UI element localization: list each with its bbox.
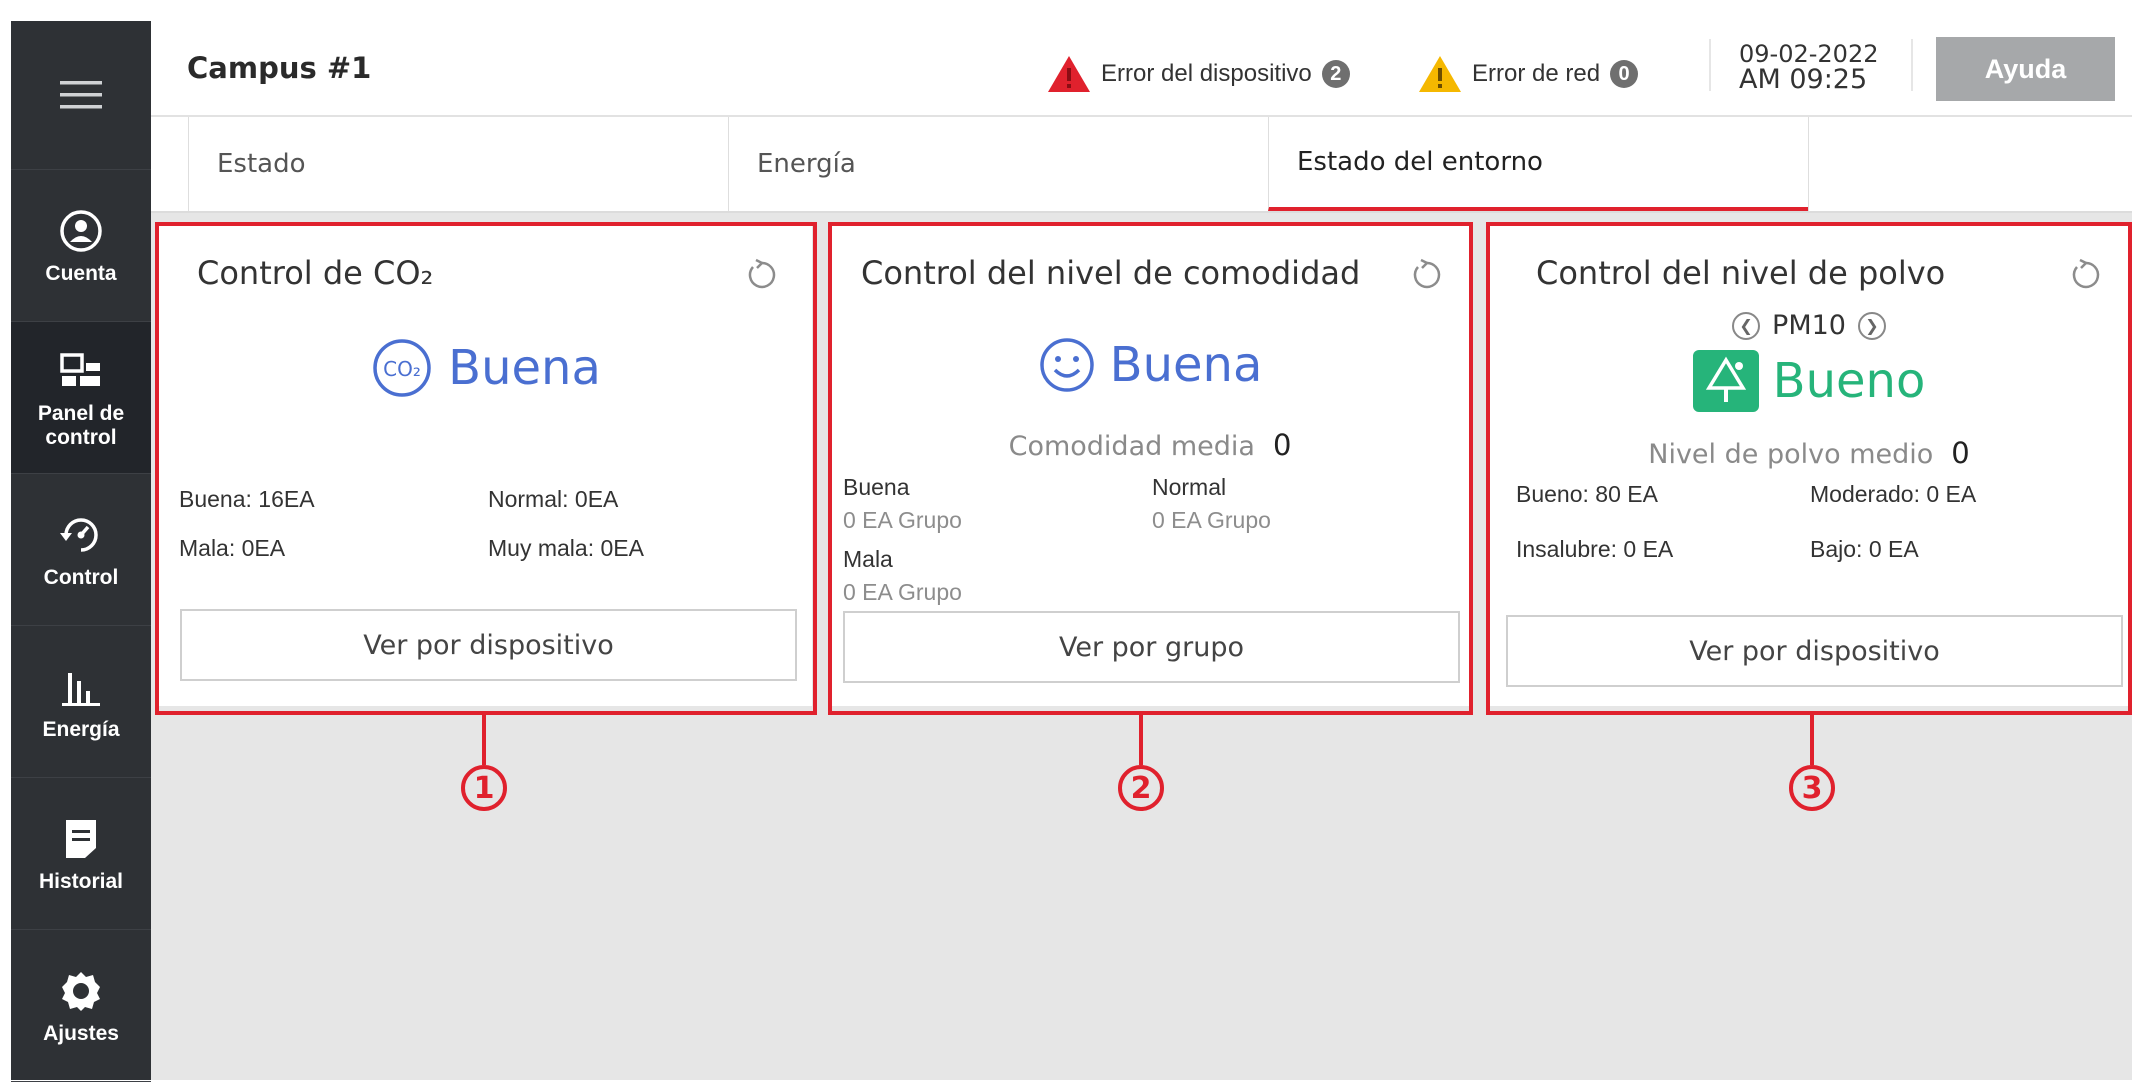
user-icon (60, 209, 102, 252)
sidebar-item-historial[interactable]: Historial (11, 778, 151, 930)
callout-frame-1 (155, 222, 817, 715)
callout-line-1 (482, 715, 486, 765)
device-error-icon (1048, 56, 1090, 92)
device-error-count-badge: 2 (1321, 60, 1350, 88)
divider (1911, 39, 1913, 91)
callout-line-2 (1139, 715, 1143, 765)
sidebar-item-label-line1: Panel de (37, 401, 125, 425)
callout-number-1: 1 (461, 765, 507, 811)
tab-estado[interactable]: Estado (188, 117, 728, 211)
sidebar-item-ajustes[interactable]: Ajustes (11, 930, 151, 1082)
sidebar-item-energia[interactable]: Energía (11, 626, 151, 778)
sidebar-item-label: Control (43, 565, 119, 589)
hamburger-icon (60, 81, 102, 109)
sidebar: Cuenta Panel de control Control Energía … (11, 21, 151, 1082)
top-bar: Campus #1 Error del dispositivo 2 Error … (151, 21, 2132, 117)
energy-icon (62, 672, 100, 706)
datetime: 09-02-2022 AM 09:25 (1739, 41, 1878, 93)
callout-number-3: 3 (1789, 765, 1835, 811)
menu-button[interactable] (11, 21, 151, 170)
sidebar-item-cuenta[interactable]: Cuenta (11, 170, 151, 322)
network-error-label: Error de red (1472, 60, 1601, 87)
control-icon (60, 517, 98, 552)
tab-empty (1808, 117, 2132, 211)
sidebar-item-label: Historial (38, 869, 124, 893)
tab-label: Energía (757, 149, 856, 179)
divider (1709, 39, 1711, 91)
network-error-count-badge: 0 (1610, 60, 1639, 88)
callout-frame-3 (1486, 222, 2132, 715)
time-text: AM 09:25 (1739, 64, 1868, 95)
device-error-label: Error del dispositivo (1101, 60, 1312, 87)
callout-number-2: 2 (1118, 765, 1164, 811)
tab-energia[interactable]: Energía (728, 117, 1268, 211)
tab-label: Estado (217, 149, 306, 179)
sidebar-item-panel-de-control[interactable]: Panel de control (11, 322, 151, 474)
sidebar-item-control[interactable]: Control (11, 474, 151, 626)
sidebar-item-label: Energía (42, 717, 120, 741)
history-icon (66, 819, 96, 858)
network-error-alert[interactable]: Error de red 0 (1418, 55, 1639, 93)
tab-label: Estado del entorno (1297, 147, 1543, 177)
sidebar-item-label: Ajustes (43, 1021, 119, 1045)
dashboard-icon (60, 352, 100, 386)
network-warning-icon (1419, 56, 1461, 92)
tab-estado-del-entorno[interactable]: Estado del entorno (1268, 117, 1808, 211)
sidebar-item-label: Cuenta (45, 261, 117, 285)
callout-frame-2 (828, 222, 1473, 715)
sidebar-item-label-line2: control (45, 425, 117, 449)
tab-bar: Estado Energía Estado del entorno (151, 117, 2132, 213)
callout-line-3 (1810, 715, 1814, 765)
device-error-alert[interactable]: Error del dispositivo 2 (1047, 55, 1350, 93)
settings-icon (62, 971, 100, 1011)
page-title: Campus #1 (187, 51, 372, 85)
help-button[interactable]: Ayuda (1936, 37, 2115, 101)
